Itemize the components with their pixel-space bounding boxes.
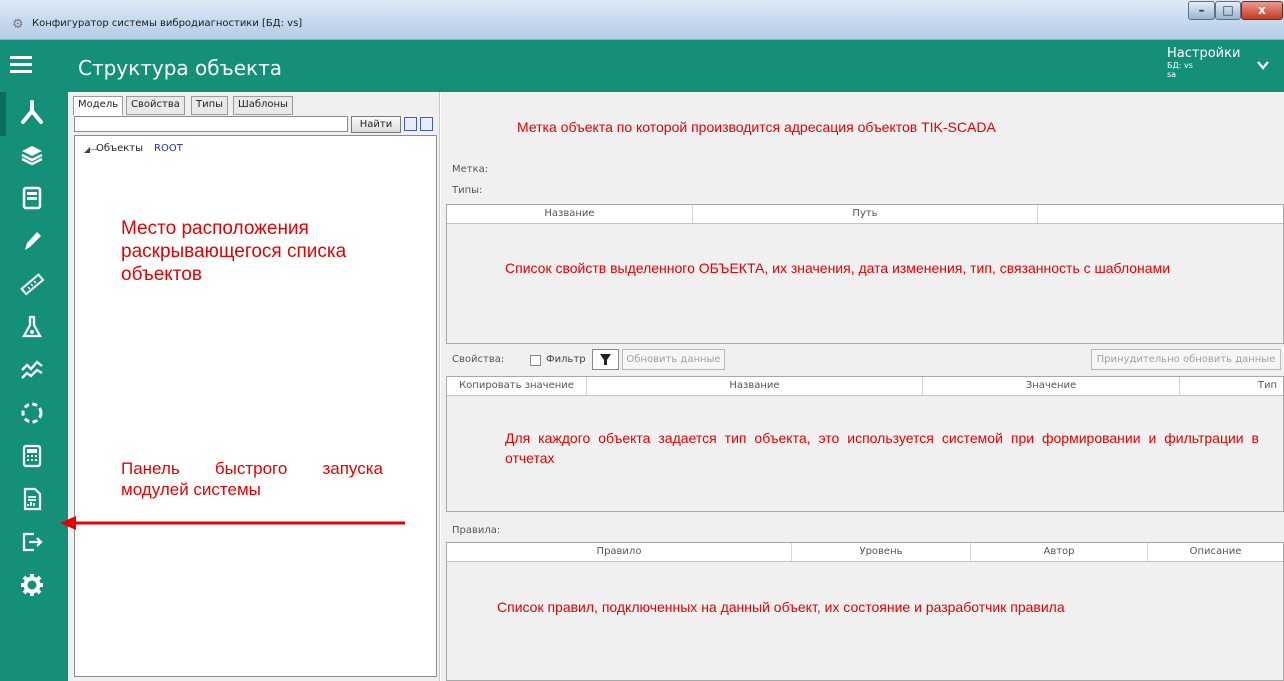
column-header[interactable]: Значение	[923, 377, 1180, 395]
column-header[interactable]: Название	[587, 377, 923, 395]
sidebar-item-edit[interactable]	[6, 221, 58, 261]
sidebar-item-settings[interactable]	[6, 565, 58, 605]
rules-grid-header: Правило Уровень Автор Описание	[447, 543, 1283, 562]
annotation-rules: Список правил, подключенных на данный об…	[497, 599, 1065, 615]
sidebar-item-reports[interactable]	[6, 479, 58, 519]
funnel-icon	[600, 354, 611, 365]
column-header[interactable]: Описание	[1148, 543, 1283, 561]
pencil-icon	[25, 232, 41, 250]
force-refresh-button[interactable]: Принудительно обновить данные	[1091, 349, 1281, 370]
exit-icon	[22, 532, 43, 552]
tab-model[interactable]: Модель	[73, 96, 124, 116]
refresh-data-button[interactable]: Обновить данные	[622, 349, 725, 370]
report-icon	[23, 487, 42, 511]
sidebar-item-lab[interactable]	[6, 307, 58, 347]
column-header[interactable]: Уровень	[792, 543, 971, 561]
filter-label: Фильтр	[546, 354, 586, 365]
calculator-icon	[22, 444, 42, 468]
user-label: sa	[1167, 70, 1177, 79]
types-grid-header: Название Путь	[447, 205, 1283, 224]
types-label: Типы:	[452, 185, 483, 196]
gear-icon	[21, 574, 43, 596]
column-header[interactable]: Название	[447, 205, 693, 223]
properties-label: Свойства:	[452, 354, 505, 365]
chevron-down-icon[interactable]	[1256, 58, 1270, 72]
tab-properties[interactable]: Свойства	[126, 96, 185, 115]
annotation-mark: Метка объекта по которой производится ад…	[517, 119, 996, 135]
tab-templates[interactable]: Шаблоны	[233, 96, 293, 115]
column-header[interactable]: Автор	[971, 543, 1148, 561]
sidebar-item-layers[interactable]	[6, 135, 58, 175]
page-title: Структура объекта	[78, 56, 283, 80]
column-header[interactable]: Правило	[447, 543, 792, 561]
minimize-button[interactable]: –	[1188, 1, 1215, 20]
object-structure-icon	[21, 100, 43, 124]
mark-label: Метка:	[452, 164, 489, 175]
quick-launch-sidebar	[0, 92, 68, 681]
column-header[interactable]: Путь	[693, 205, 1038, 223]
properties-grid-header: Копировать значение Название Значение Ти…	[447, 377, 1283, 396]
annotation-sidebar: Панель быстрого запуска модулей системы	[121, 459, 383, 499]
device-icon	[22, 186, 42, 210]
trend-chart-icon	[21, 360, 43, 379]
column-header[interactable]	[1038, 205, 1283, 223]
filter-checkbox[interactable]	[530, 355, 541, 366]
sidebar-item-device[interactable]	[6, 178, 58, 218]
column-header[interactable]: Тип	[1180, 377, 1283, 395]
sidebar-item-calculator[interactable]	[6, 436, 58, 476]
settings-menu[interactable]: Настройки БД: vs sa	[1167, 46, 1240, 79]
sidebar-item-object-structure[interactable]	[6, 92, 58, 132]
dashed-circle-icon	[21, 402, 43, 424]
filter-button[interactable]	[592, 349, 619, 370]
find-button[interactable]: Найти	[351, 116, 401, 133]
expand-all-icon[interactable]	[404, 117, 417, 131]
rules-label: Правила:	[452, 525, 501, 536]
layers-icon	[21, 146, 43, 166]
ruler-icon	[20, 273, 45, 296]
tab-types[interactable]: Типы	[191, 96, 229, 115]
db-label: БД: vs	[1167, 61, 1193, 70]
collapse-all-icon[interactable]	[420, 117, 433, 131]
search-input[interactable]	[74, 116, 348, 132]
maximize-button[interactable]: □	[1215, 1, 1241, 20]
annotation-types: Список свойств выделенного ОБЪЕКТА, их з…	[505, 260, 1171, 276]
annotation-arrow-icon	[60, 516, 405, 530]
annotation-properties: Для каждого объекта задается тип объекта…	[505, 430, 1259, 466]
settings-label: Настройки	[1167, 46, 1241, 61]
flask-icon	[22, 315, 42, 338]
sidebar-item-exit[interactable]	[6, 522, 58, 562]
close-button[interactable]: x	[1241, 1, 1283, 20]
sidebar-item-cycle[interactable]	[6, 393, 58, 433]
sidebar-item-trends[interactable]	[6, 350, 58, 390]
tree-node-root[interactable]: ROOT	[154, 143, 183, 154]
tree-node-label[interactable]: Объекты	[96, 143, 143, 154]
column-header[interactable]: Копировать значение	[447, 377, 587, 395]
sidebar-item-measure[interactable]	[6, 264, 58, 304]
app-gears-icon: ⚙	[12, 17, 24, 32]
window-titlebar: ⚙ Конфигуратор системы вибродиагностики …	[0, 0, 1284, 40]
annotation-tree-area: Место расположения раскрывающегося списк…	[121, 218, 347, 285]
window-title: Конфигуратор системы вибродиагностики [Б…	[32, 18, 303, 29]
hamburger-menu-icon[interactable]	[10, 56, 32, 76]
